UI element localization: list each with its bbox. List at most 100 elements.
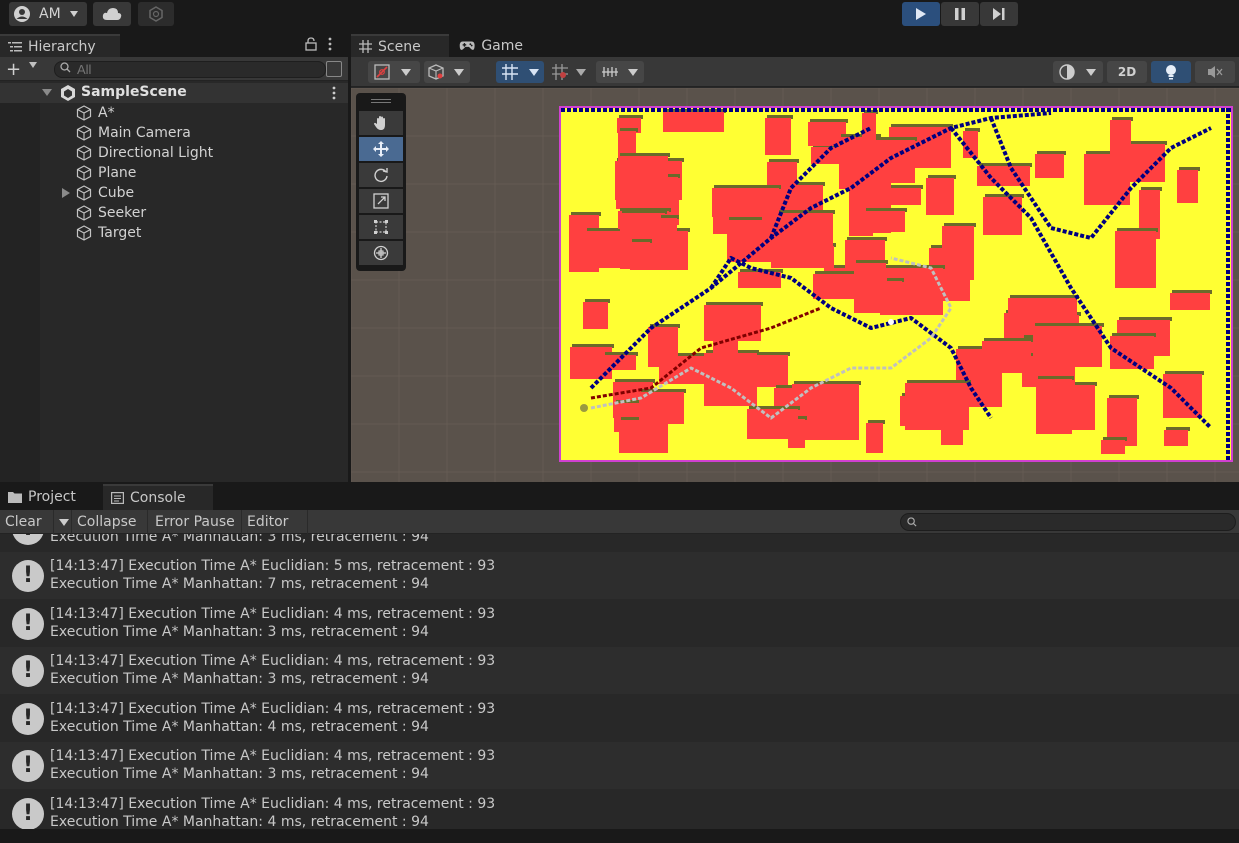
expand-arrow-icon[interactable] bbox=[62, 188, 70, 198]
clear-options-dropdown[interactable] bbox=[54, 510, 72, 534]
caret-down-icon[interactable] bbox=[28, 61, 38, 69]
kebab-menu-icon[interactable] bbox=[327, 37, 333, 51]
scene-viewport[interactable] bbox=[351, 88, 1239, 482]
game-tab-label: Game bbox=[481, 37, 523, 54]
log-entry[interactable]: ! [14:13:47] Execution Time A* Euclidian:… bbox=[0, 789, 1239, 829]
hierarchy-item[interactable]: Target bbox=[76, 223, 141, 243]
hierarchy-item[interactable]: Seeker bbox=[76, 203, 146, 223]
obstacle bbox=[618, 156, 668, 187]
gameobject-cube-icon bbox=[76, 165, 92, 181]
hierarchy-search-input[interactable] bbox=[54, 61, 326, 78]
log-line: Execution Time A* Manhattan: 3 ms, retra… bbox=[50, 623, 429, 640]
hierarchy-item-label: Main Camera bbox=[98, 125, 191, 141]
log-line: Execution Time A* Manhattan: 4 ms, retra… bbox=[50, 718, 429, 735]
search-icon bbox=[60, 62, 71, 73]
folder-icon bbox=[8, 492, 22, 503]
account-label: AM bbox=[39, 6, 61, 22]
gizmo-draw-mode-button[interactable] bbox=[368, 61, 420, 83]
editor-dropdown[interactable]: Editor bbox=[242, 510, 308, 550]
collapse-toggle[interactable]: Collapse bbox=[72, 510, 148, 534]
grid-snap-button[interactable] bbox=[496, 61, 544, 83]
main-toolbar: AM bbox=[0, 0, 1239, 30]
hand-tool[interactable] bbox=[359, 111, 403, 135]
rotate-tool[interactable] bbox=[359, 163, 403, 187]
console-status-bar bbox=[0, 829, 1239, 843]
log-entry[interactable]: ! [14:13:47] Execution Time A* Euclidian:… bbox=[0, 599, 1239, 647]
bottom-tabstrip: Project Console bbox=[0, 484, 1239, 510]
log-entry[interactable]: ! [14:13:47] Execution Time A* Euclidian:… bbox=[0, 742, 1239, 789]
hierarchy-item[interactable]: Cube bbox=[62, 183, 135, 203]
scene-name: SampleScene bbox=[81, 84, 187, 100]
cloud-icon bbox=[102, 8, 122, 20]
obstacle bbox=[1115, 231, 1156, 288]
hierarchy-item[interactable]: A* bbox=[76, 103, 115, 123]
hierarchy-item[interactable]: Plane bbox=[76, 163, 136, 183]
pause-button[interactable] bbox=[941, 2, 979, 26]
error-pause-toggle[interactable]: Error Pause bbox=[150, 510, 242, 534]
collab-button[interactable] bbox=[138, 2, 174, 26]
caret-down-icon bbox=[59, 519, 69, 526]
unity-scene-icon bbox=[61, 85, 75, 101]
obstacle bbox=[1110, 120, 1131, 166]
obstacle bbox=[1035, 154, 1064, 178]
gameobject-cube-icon bbox=[76, 125, 92, 141]
tab-project[interactable]: Project bbox=[0, 484, 100, 510]
scene-row[interactable]: SampleScene bbox=[0, 83, 348, 103]
log-line: [14:13:47] Execution Time A* Euclidian: … bbox=[50, 700, 496, 717]
obstacle bbox=[659, 218, 677, 238]
scene-toolbar: 2D bbox=[351, 57, 1239, 87]
obstacle bbox=[864, 211, 905, 232]
add-icon[interactable]: + bbox=[6, 59, 21, 80]
list-icon bbox=[8, 41, 22, 51]
log-entry[interactable]: ! [14:13:47] Execution Time A* Euclidian:… bbox=[0, 647, 1239, 694]
log-entry[interactable]: ! Execution Time A* Manhattan: 3 ms, ret… bbox=[0, 534, 1239, 552]
transform-tool[interactable] bbox=[359, 241, 403, 265]
scene-menu-icon[interactable] bbox=[331, 86, 337, 100]
clear-button[interactable]: Clear bbox=[0, 510, 54, 534]
expand-arrow-icon[interactable] bbox=[42, 88, 52, 97]
tab-game[interactable]: Game bbox=[451, 34, 531, 57]
obstacle bbox=[982, 341, 1031, 361]
tab-hierarchy[interactable]: Hierarchy bbox=[0, 34, 120, 57]
move-tool[interactable] bbox=[359, 137, 403, 161]
project-tab-label: Project bbox=[28, 489, 76, 505]
draw-mode-icon bbox=[374, 64, 390, 80]
cloud-button[interactable] bbox=[93, 2, 131, 26]
rect-tool[interactable] bbox=[359, 215, 403, 239]
hierarchy-item[interactable]: Main Camera bbox=[76, 123, 191, 143]
lock-icon[interactable] bbox=[305, 37, 317, 51]
account-dropdown[interactable]: AM bbox=[9, 2, 87, 26]
step-button[interactable] bbox=[980, 2, 1018, 26]
snap-increment-button[interactable] bbox=[548, 61, 592, 83]
increment-snap-button[interactable] bbox=[596, 61, 644, 83]
2d-toggle-button[interactable]: 2D bbox=[1107, 61, 1147, 83]
move-icon bbox=[373, 141, 389, 157]
mute-icon bbox=[1208, 66, 1223, 78]
scale-tool[interactable] bbox=[359, 189, 403, 213]
hierarchy-item-label: Target bbox=[98, 225, 142, 241]
gameobject-cube-icon bbox=[76, 205, 92, 221]
hierarchy-item[interactable]: Directional Light bbox=[76, 143, 213, 163]
log-line: Execution Time A* Manhattan: 3 ms, retra… bbox=[50, 671, 429, 687]
tab-scene[interactable]: Scene bbox=[351, 34, 449, 57]
ruler-icon bbox=[602, 67, 618, 77]
search-options-icon[interactable] bbox=[326, 61, 342, 77]
console-search-input[interactable] bbox=[900, 513, 1236, 531]
log-line: Execution Time A* Manhattan: 7 ms, retra… bbox=[50, 576, 429, 592]
log-line: [14:13:47] Execution Time A* Euclidian: … bbox=[50, 605, 496, 622]
play-button[interactable] bbox=[902, 2, 940, 26]
lighting-toggle-button[interactable] bbox=[1151, 61, 1191, 83]
audio-toggle-button[interactable] bbox=[1195, 61, 1235, 83]
caret-down-icon bbox=[529, 69, 539, 76]
scale-icon bbox=[373, 193, 389, 209]
rect-transform-icon bbox=[374, 220, 388, 234]
obstacle bbox=[765, 118, 791, 155]
console-icon bbox=[111, 492, 124, 504]
log-entry[interactable]: ! [14:13:47] Execution Time A* Euclidian:… bbox=[0, 694, 1239, 742]
hierarchy-item-label: Cube bbox=[98, 185, 135, 201]
effects-button[interactable] bbox=[1053, 61, 1103, 83]
log-entry[interactable]: ! [14:13:47] Execution Time A* Euclidian:… bbox=[0, 552, 1239, 599]
console-log-list[interactable]: ! Execution Time A* Manhattan: 3 ms, ret… bbox=[0, 534, 1239, 829]
shading-mode-button[interactable] bbox=[424, 61, 470, 83]
tab-console[interactable]: Console bbox=[103, 484, 213, 510]
